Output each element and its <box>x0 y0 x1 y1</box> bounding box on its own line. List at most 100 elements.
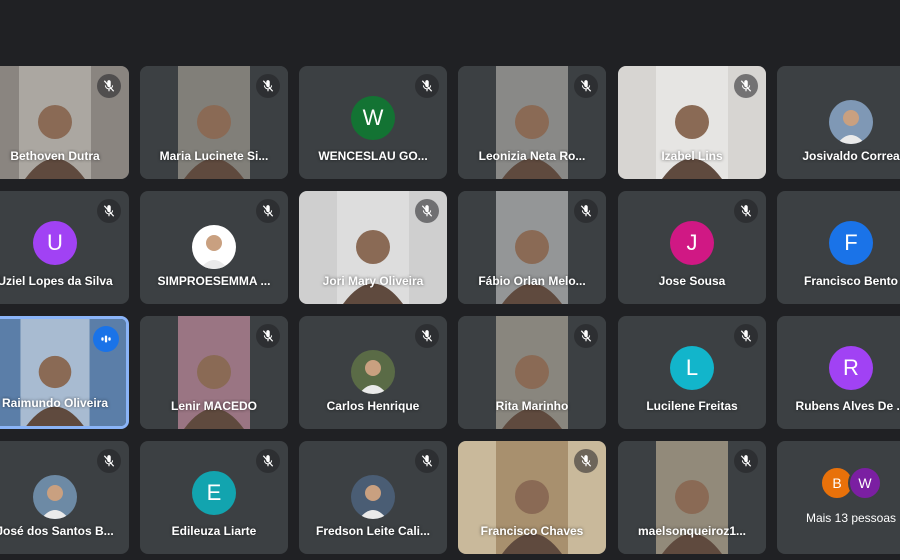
mic-status <box>256 74 280 98</box>
participant-name: Maria Lucinete Si... <box>159 149 269 163</box>
mic-status <box>574 324 598 348</box>
participant-name: Lenir MACEDO <box>170 399 257 413</box>
participant-avatar: F <box>829 221 873 265</box>
mic-off-icon <box>103 205 115 217</box>
mic-off-icon <box>262 80 274 92</box>
mic-off-icon <box>421 330 433 342</box>
participant-avatar: J <box>670 221 714 265</box>
mic-status <box>734 449 758 473</box>
participant-name: WENCESLAU GO... <box>318 149 428 163</box>
more-participants-avatars: BW <box>820 466 882 500</box>
mic-status <box>256 324 280 348</box>
participant-photo-avatar <box>829 100 873 144</box>
mic-off-icon <box>262 330 274 342</box>
participant-photo-avatar <box>351 475 395 519</box>
mic-off-icon <box>580 330 592 342</box>
mic-off-icon <box>580 205 592 217</box>
participant-tile[interactable]: Bethoven Dutra <box>0 66 129 179</box>
participant-name: Leonizia Neta Ro... <box>478 149 586 163</box>
participant-photo-avatar <box>33 475 77 519</box>
participant-tile[interactable]: Izabel Lins <box>618 66 766 179</box>
more-participants-label: Mais 13 pessoas <box>805 511 897 525</box>
participant-name: Rita Marinho <box>495 399 569 413</box>
participant-tile[interactable]: E Edileuza Liarte <box>140 441 288 554</box>
participant-tile[interactable]: Jori Mary Oliveira <box>299 191 447 304</box>
participant-name: Edileuza Liarte <box>171 524 257 538</box>
participant-tile[interactable]: U Uziel Lopes da Silva <box>0 191 129 304</box>
participant-name: Bethoven Dutra <box>10 149 100 163</box>
mic-off-icon <box>740 330 752 342</box>
participant-tile[interactable]: Raimundo Oliveira <box>0 316 129 429</box>
participant-photo-avatar <box>192 225 236 269</box>
participant-name: Carlos Henrique <box>326 399 420 413</box>
mic-off-icon <box>421 80 433 92</box>
participant-name: Fábio Orlan Melo... <box>478 274 586 288</box>
participant-tile[interactable]: maelsonqueiroz1... <box>618 441 766 554</box>
mic-status <box>415 324 439 348</box>
participant-name: José dos Santos B... <box>0 524 114 538</box>
mic-status <box>256 449 280 473</box>
profile-photo-icon <box>33 475 77 519</box>
participant-photo-avatar <box>351 350 395 394</box>
mic-status <box>734 324 758 348</box>
participant-name: Jose Sousa <box>658 274 726 288</box>
mic-status <box>97 449 121 473</box>
participant-name: Lucilene Freitas <box>646 399 738 413</box>
participant-avatar: E <box>192 471 236 515</box>
participant-tile[interactable]: R Rubens Alves De ... <box>777 316 900 429</box>
mic-status <box>256 199 280 223</box>
mic-off-icon <box>103 80 115 92</box>
mic-status <box>415 199 439 223</box>
mic-status <box>574 449 598 473</box>
mic-status <box>97 199 121 223</box>
participant-tile[interactable]: L Lucilene Freitas <box>618 316 766 429</box>
participant-tile[interactable]: Lenir MACEDO <box>140 316 288 429</box>
participant-avatar: W <box>848 466 882 500</box>
participant-name: Josivaldo Correa <box>802 149 900 163</box>
participant-tile[interactable]: Rita Marinho <box>458 316 606 429</box>
mic-status <box>734 74 758 98</box>
participant-avatar: R <box>829 346 873 390</box>
participant-name: Francisco Chaves <box>480 524 584 538</box>
participant-tile[interactable]: W WENCESLAU GO... <box>299 66 447 179</box>
participant-name: SIMPROESEMMA ... <box>157 274 271 288</box>
mic-off-icon <box>580 80 592 92</box>
mic-status <box>415 74 439 98</box>
participant-avatar: W <box>351 96 395 140</box>
participant-tile[interactable]: F Francisco Bento <box>777 191 900 304</box>
mic-off-icon <box>421 455 433 467</box>
participant-tile[interactable]: Carlos Henrique <box>299 316 447 429</box>
participant-name: Francisco Bento <box>803 274 899 288</box>
participant-name: Raimundo Oliveira <box>1 396 109 410</box>
participant-name: Fredson Leite Cali... <box>315 524 431 538</box>
more-participants-tile[interactable]: B W Mais 13 pessoas <box>777 441 900 554</box>
mic-off-icon <box>740 205 752 217</box>
participant-tile[interactable]: Fábio Orlan Melo... <box>458 191 606 304</box>
mic-off-icon <box>580 455 592 467</box>
participant-tile[interactable]: Maria Lucinete Si... <box>140 66 288 179</box>
speaking-indicator <box>93 326 119 352</box>
participant-name: Rubens Alves De ... <box>795 399 900 413</box>
participant-tile[interactable]: Leonizia Neta Ro... <box>458 66 606 179</box>
participant-tile[interactable]: J Jose Sousa <box>618 191 766 304</box>
participant-tile[interactable]: Josivaldo Correa <box>777 66 900 179</box>
mic-status <box>97 74 121 98</box>
profile-photo-icon <box>829 100 873 144</box>
profile-photo-icon <box>351 350 395 394</box>
participant-name: Izabel Lins <box>661 149 723 163</box>
mic-off-icon <box>262 455 274 467</box>
participant-tile[interactable]: SIMPROESEMMA ... <box>140 191 288 304</box>
participant-avatar: L <box>670 346 714 390</box>
mic-status <box>574 74 598 98</box>
mic-off-icon <box>740 80 752 92</box>
participant-tile[interactable]: José dos Santos B... <box>0 441 129 554</box>
participant-name: maelsonqueiroz1... <box>637 524 747 538</box>
mic-status <box>734 199 758 223</box>
participant-grid: Bethoven Dutra Maria Lucinete Si... W WENCE… <box>0 0 900 560</box>
profile-photo-icon <box>192 225 236 269</box>
mic-off-icon <box>740 455 752 467</box>
participant-name: Uziel Lopes da Silva <box>0 274 113 288</box>
participant-avatar: U <box>33 221 77 265</box>
participant-tile[interactable]: Francisco Chaves <box>458 441 606 554</box>
participant-tile[interactable]: Fredson Leite Cali... <box>299 441 447 554</box>
